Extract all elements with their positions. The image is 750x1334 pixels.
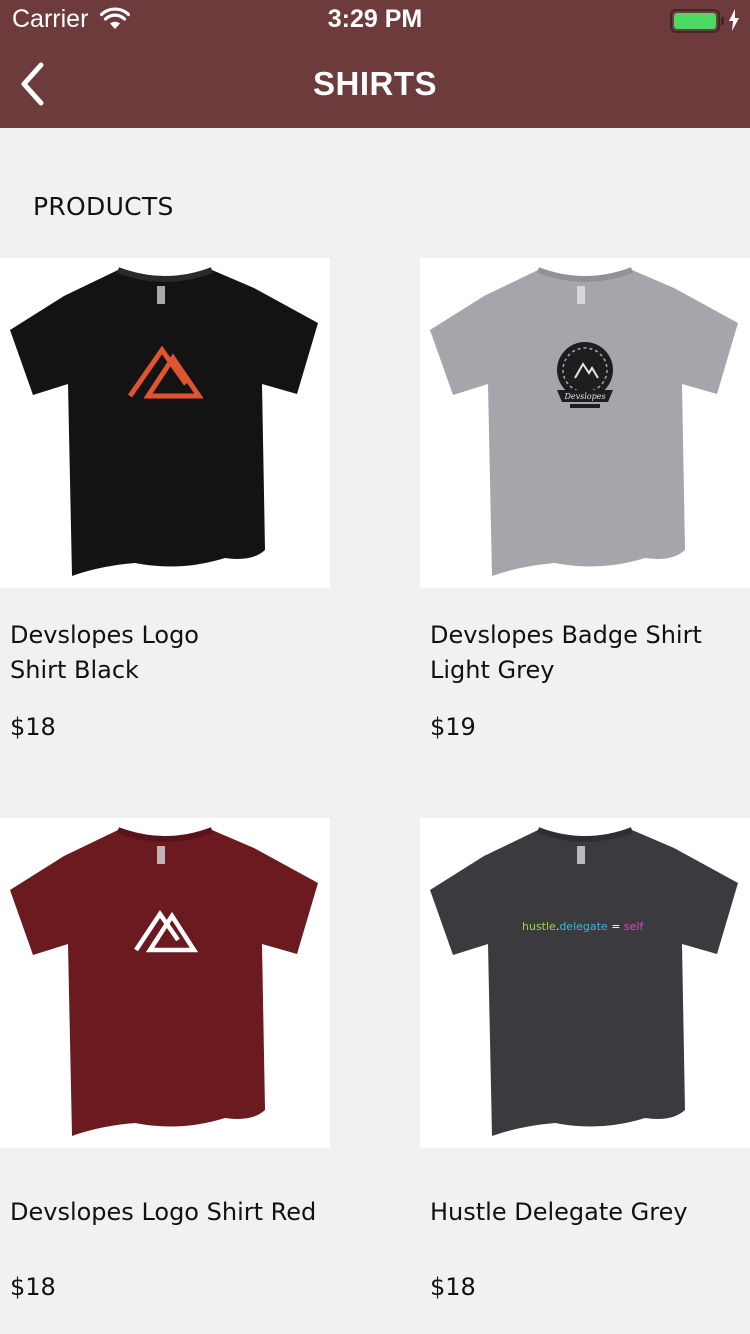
product-price: $18 — [10, 1273, 56, 1301]
product-title: Hustle Delegate Grey — [430, 1195, 750, 1230]
product-image — [0, 818, 330, 1148]
badge-text: Devslopes — [563, 392, 605, 401]
product-title-line: Devslopes Logo Shirt Red — [10, 1198, 317, 1226]
product-image: hustle.delegate = self — [420, 818, 750, 1148]
page-title: SHIRTS — [312, 65, 437, 102]
status-bar: Carrier 3:29 PM — [0, 0, 750, 40]
product-title-line: Devslopes Logo — [10, 621, 199, 649]
clock: 3:29 PM — [327, 5, 423, 33]
product-title-line: Light Grey — [430, 656, 555, 684]
product-title-line: Devslopes Badge Shirt — [430, 621, 702, 649]
navigation-bar: Carrier 3:29 PM SHIRTS — [0, 0, 750, 128]
product-card[interactable]: Devslopes Devslopes Badge Shirt Light Gr… — [420, 258, 750, 788]
code-text: hustle.delegate = self — [522, 920, 644, 933]
product-image: Devslopes — [420, 258, 750, 588]
product-title-line: Shirt Black — [10, 656, 139, 684]
product-title: Devslopes Logo Shirt Red — [10, 1195, 330, 1230]
product-image — [0, 258, 330, 588]
product-price: $18 — [430, 1273, 476, 1301]
product-card[interactable]: hustle.delegate = self Hustle Delegate G… — [420, 818, 750, 1334]
product-price: $19 — [430, 713, 476, 741]
product-title: Devslopes Logo Shirt Black — [10, 618, 330, 688]
product-card[interactable]: Devslopes Logo Shirt Red $18 — [0, 818, 330, 1334]
section-title: PRODUCTS — [33, 192, 174, 221]
product-title-line: Hustle Delegate Grey — [430, 1198, 688, 1226]
product-price: $18 — [10, 713, 56, 741]
charging-bolt-icon — [729, 9, 739, 31]
product-card[interactable]: Devslopes Logo Shirt Black $18 — [0, 258, 330, 788]
battery-icon — [670, 9, 724, 33]
product-title: Devslopes Badge Shirt Light Grey — [430, 618, 750, 688]
